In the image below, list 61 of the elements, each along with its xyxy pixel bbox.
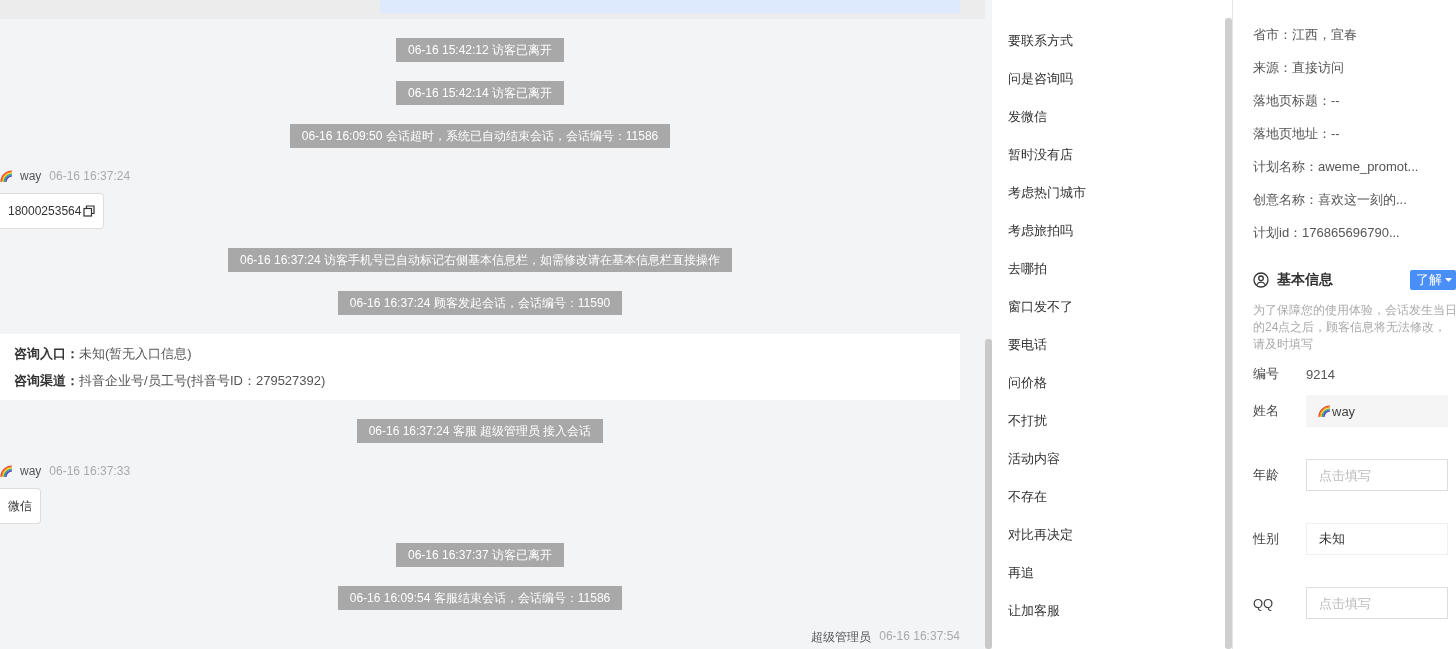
visit-info-line: 落地页地址：-- (1253, 125, 1341, 143)
quick-reply-item[interactable]: 让加客服 (1008, 592, 1225, 630)
quick-reply-item[interactable]: 再追 (1008, 554, 1225, 592)
user-circle-icon (1253, 272, 1269, 288)
rainbow-icon (0, 170, 12, 182)
field-label: QQ (1253, 595, 1275, 611)
copy-icon[interactable] (83, 205, 96, 217)
quick-reply-item[interactable]: 问价格 (1008, 364, 1225, 402)
system-message: 06-16 16:37:24 访客手机号已自动标记右侧基本信息栏，如需修改请在基本信息栏直接操作 (227, 248, 733, 272)
message-bubble: 18000253564 (0, 193, 105, 229)
field-label: 编号 (1253, 365, 1280, 383)
quick-reply-item[interactable]: 问是咨询吗 (1008, 60, 1225, 98)
visitor-name: way (20, 464, 42, 478)
quick-reply-item[interactable]: 不存在 (1008, 478, 1225, 516)
system-message: 06-16 16:37:24 顾客发起会话，会话编号：11590 (337, 291, 623, 315)
field-label: 性别 (1253, 530, 1280, 548)
quick-reply-item[interactable]: 对比再决定 (1008, 516, 1225, 554)
caret-icon (1445, 278, 1452, 282)
scrollbar-thumb[interactable] (1225, 18, 1232, 649)
section-title: 基本信息 (1277, 271, 1333, 289)
name-field: way (1306, 395, 1448, 427)
system-message: 06-16 15:42:14 访客已离开 (395, 81, 565, 105)
system-message: 06-16 16:09:50 会话超时，系统已自动结束会话，会话编号：11586 (289, 124, 671, 148)
input-field[interactable]: 点击填写 (1306, 459, 1448, 491)
quick-reply-item[interactable]: 发微信 (1008, 98, 1225, 136)
quick-reply-item[interactable]: 要电话 (1008, 326, 1225, 364)
select-field[interactable]: 未知 (1306, 523, 1448, 555)
quick-reply-item[interactable]: 活动内容 (1008, 440, 1225, 478)
system-message: 06-16 16:37:24 客服 超级管理员 接入会话 (356, 419, 604, 443)
scrollbar-thumb[interactable] (985, 339, 992, 649)
message-bubble: 微信 (0, 488, 41, 524)
visit-info-line: 来源：直接访问 (1253, 59, 1345, 77)
rainbow-icon (1318, 405, 1330, 417)
input-field[interactable]: 点击填写 (1306, 587, 1448, 619)
system-message: 06-16 16:37:37 访客已离开 (395, 543, 565, 567)
quick-reply-item[interactable]: 考虑旅拍吗 (1008, 212, 1225, 250)
field-label: 年龄 (1253, 466, 1280, 484)
message-time: 06-16 16:37:33 (49, 464, 131, 478)
info-line: 咨询渠道：抖音企业号/员工号(抖音号ID：279527392) (14, 372, 327, 390)
quick-reply-item[interactable]: 考虑热门城市 (1008, 174, 1225, 212)
quick-reply-item[interactable]: 不打扰 (1008, 402, 1225, 440)
notice-text: 为了保障您的使用体验，会话发生当日的24点之后，顾客信息将无法修改，请及时填写 (1253, 302, 1456, 353)
message-time: 06-16 16:37:24 (49, 169, 131, 183)
system-message: 06-16 16:09:54 客服结束会话，会话编号：11586 (337, 586, 623, 610)
quick-reply-item[interactable]: 窗口发不了 (1008, 288, 1225, 326)
quick-reply-item[interactable]: 暂时没有店 (1008, 136, 1225, 174)
visitor-name: way (20, 169, 42, 183)
visit-info-line: 计划id：176865696790... (1253, 224, 1401, 242)
agent-name: 超级管理员 (811, 629, 872, 646)
visit-info-line: 落地页标题：-- (1253, 92, 1341, 110)
system-message: 06-16 15:42:12 访客已离开 (395, 38, 565, 62)
visit-info-line: 省市：江西，宜春 (1253, 26, 1358, 44)
field-label: 姓名 (1253, 402, 1280, 420)
visit-info-line: 计划名称：aweme_promot... (1253, 158, 1420, 176)
quick-reply-item[interactable]: 去哪拍 (1008, 250, 1225, 288)
quick-reply-item[interactable]: 要联系方式 (1008, 22, 1225, 60)
field-value: 9214 (1306, 366, 1335, 382)
visit-info-line: 创意名称：喜欢这一刻的... (1253, 191, 1408, 209)
info-line: 咨询入口：未知(暂无入口信息) (14, 345, 193, 363)
message-time: 06-16 16:37:54 (879, 629, 960, 645)
rainbow-icon (0, 465, 12, 477)
